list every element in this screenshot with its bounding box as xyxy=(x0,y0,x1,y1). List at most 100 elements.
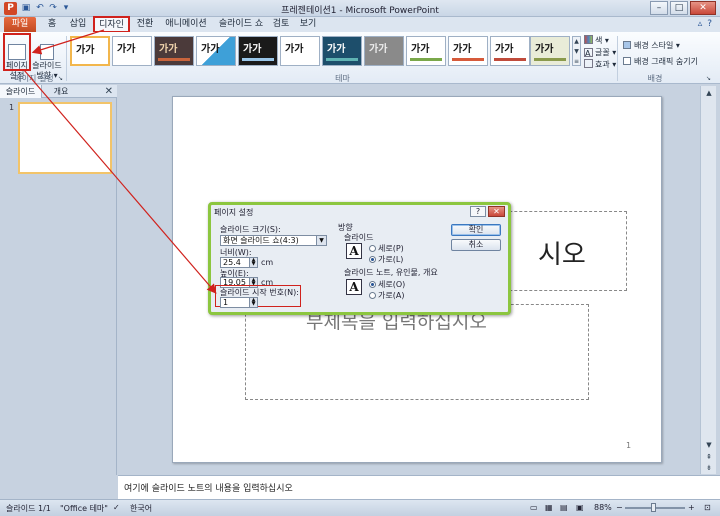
theme-3[interactable]: 가가 xyxy=(154,36,194,66)
theme-9[interactable]: 가가 xyxy=(406,36,446,66)
stepper-arrows-icon[interactable]: ▲ ▼ xyxy=(249,258,257,267)
dialog-title: 페이지 설정 xyxy=(214,208,254,217)
width-unit: cm xyxy=(261,258,274,267)
dialog-help-button[interactable]: ? xyxy=(470,206,486,217)
notes-orientation-icon: A xyxy=(346,279,362,295)
page-setup-group-label: 페이지 설정 xyxy=(14,74,54,83)
tab-design[interactable]: 디자인 xyxy=(93,16,130,33)
tab-file[interactable]: 파일 xyxy=(4,17,36,32)
slide-count: 슬라이드 1/1 xyxy=(6,504,51,513)
tab-animations[interactable]: 애니메이션 xyxy=(161,17,211,32)
ribbon: 페이지 설정 슬라이드 방향 ▾ 페이지 설정 ↘ 가가 가가 가가 가가 가가… xyxy=(0,32,720,84)
theme-2[interactable]: 가가 xyxy=(112,36,152,66)
zoom-in-icon[interactable]: + xyxy=(688,503,695,512)
notes-placeholder: 여기에 슬라이드 노트의 내용을 입력하십시오 xyxy=(124,484,293,494)
slide-thumbnail[interactable] xyxy=(18,102,112,174)
theme-fonts-button[interactable]: A 글꼴 ▾ xyxy=(584,47,616,58)
theme-10[interactable]: 가가 xyxy=(448,36,488,66)
stepper-arrows-icon[interactable]: ▲ ▼ xyxy=(249,298,257,307)
theme-colors-button[interactable]: 색 ▾ xyxy=(584,35,609,46)
slideshow-icon[interactable]: ▣ xyxy=(576,503,584,512)
minimize-button[interactable]: – xyxy=(650,1,668,15)
theme-4[interactable]: 가가 xyxy=(196,36,236,66)
slide-orientation-icon xyxy=(40,44,54,60)
ok-button[interactable]: 확인 xyxy=(451,224,501,236)
theme-7[interactable]: 가가 xyxy=(322,36,362,66)
slide-size-select[interactable]: 화면 슬라이드 쇼(4:3) ▼ xyxy=(220,235,327,246)
tab-view[interactable]: 보기 xyxy=(297,17,319,32)
scroll-up-icon[interactable]: ▲ xyxy=(704,88,714,98)
tab-slideshow[interactable]: 슬라이드 쇼 xyxy=(216,17,266,32)
theme-effects-button[interactable]: 효과 ▾ xyxy=(584,59,616,70)
reading-view-icon[interactable]: ▤ xyxy=(560,503,568,512)
notes-pane[interactable]: 여기에 슬라이드 노트의 내용을 입력하십시오 xyxy=(118,475,720,499)
hide-background-graphics-checkbox[interactable]: 배경 그래픽 숨기기 xyxy=(623,56,698,67)
background-styles-icon xyxy=(623,41,631,49)
chevron-down-icon: ▼ xyxy=(316,236,326,245)
theme-gallery-scroll[interactable]: ▲ ▼ ≡ xyxy=(572,36,581,66)
close-pane-icon[interactable]: ✕ xyxy=(105,85,113,98)
background-styles-button[interactable]: 배경 스타일 ▾ xyxy=(623,40,680,51)
start-number-stepper[interactable]: 1 ▲ ▼ xyxy=(220,297,258,308)
colors-icon xyxy=(584,35,593,44)
theme-12[interactable]: 가가 xyxy=(530,36,570,66)
spellcheck-icon[interactable]: ✓ xyxy=(113,503,120,512)
effects-icon xyxy=(584,59,593,68)
background-launcher-icon[interactable]: ↘ xyxy=(706,75,713,82)
background-group-label: 배경 xyxy=(647,74,663,83)
title-bar: P ▣ ↶ ↷ ▾ 프레젠테이션1 - Microsoft PowerPoint… xyxy=(0,0,720,17)
tab-home[interactable]: 홈 xyxy=(42,17,62,32)
dialog-close-button[interactable]: ✕ xyxy=(488,206,505,217)
tab-slides[interactable]: 슬라이드 xyxy=(0,85,42,98)
fonts-icon: A xyxy=(584,48,593,58)
cancel-button[interactable]: 취소 xyxy=(451,239,501,251)
slide-size-label: 슬라이드 크기(S): xyxy=(220,225,281,234)
help-icon[interactable]: ? xyxy=(707,19,712,29)
window-title: 프레젠테이션1 - Microsoft PowerPoint xyxy=(281,6,439,16)
theme-8[interactable]: 가가 xyxy=(364,36,404,66)
previous-slide-icon[interactable]: ⇞ xyxy=(704,452,714,462)
notes-portrait-radio[interactable]: 세로(O) xyxy=(369,279,405,290)
slides-landscape-radio[interactable]: 가로(L) xyxy=(369,254,403,265)
fit-to-window-icon[interactable]: ⊡ xyxy=(704,503,711,512)
zoom-out-icon[interactable]: − xyxy=(616,503,623,512)
page-setup-dialog: 페이지 설정 ? ✕ 슬라이드 크기(S): 화면 슬라이드 쇼(4:3) ▼ 너… xyxy=(208,202,511,315)
theme-5[interactable]: 가가 xyxy=(238,36,278,66)
page-number: 1 xyxy=(626,441,632,450)
ribbon-tabs: 파일 홈 삽입 디자인 전환 애니메이션 슬라이드 쇼 검토 보기 ▵ ? xyxy=(0,16,720,33)
page-setup-launcher-icon[interactable]: ↘ xyxy=(58,75,65,82)
theme-office[interactable]: 가가 xyxy=(70,36,110,66)
notes-landscape-radio[interactable]: 가로(A) xyxy=(369,290,404,301)
zoom-slider-handle[interactable] xyxy=(651,503,656,512)
theme-11[interactable]: 가가 xyxy=(490,36,530,66)
theme-6[interactable]: 가가 xyxy=(280,36,320,66)
tab-review[interactable]: 검토 xyxy=(270,17,292,32)
status-bar: 슬라이드 1/1 "Office 테마" ✓ 한국어 ▭ ▦ ▤ ▣ 88% −… xyxy=(0,499,720,516)
themes-group-label: 테마 xyxy=(335,74,350,83)
normal-view-icon[interactable]: ▭ xyxy=(530,503,538,512)
theme-name[interactable]: "Office 테마" xyxy=(60,503,108,514)
maximize-button[interactable]: □ xyxy=(670,1,688,15)
slide-orientation-button[interactable]: 슬라이드 방향 ▾ xyxy=(32,34,62,80)
close-button[interactable]: ✕ xyxy=(690,1,716,15)
language[interactable]: 한국어 xyxy=(130,503,152,514)
zoom-level[interactable]: 88% xyxy=(594,503,612,512)
next-slide-icon[interactable]: ⇟ xyxy=(704,463,714,473)
page-setup-icon xyxy=(8,44,26,60)
subtitle-placeholder[interactable]: 부제목을 입력하십시오 xyxy=(245,304,589,400)
slides-portrait-radio[interactable]: 세로(P) xyxy=(369,243,404,254)
scroll-down-icon[interactable]: ▼ xyxy=(704,440,714,450)
width-stepper[interactable]: 25.4 ▲ ▼ xyxy=(220,257,258,268)
notes-orientation-label: 슬라이드 노트, 유인물, 개요 xyxy=(344,268,438,277)
slide-orientation-icon: A xyxy=(346,243,362,259)
tab-transitions[interactable]: 전환 xyxy=(133,17,157,32)
minimize-ribbon-icon[interactable]: ▵ xyxy=(698,19,703,29)
slide-number: 1 xyxy=(9,103,15,112)
tab-outline[interactable]: 개요 xyxy=(46,85,76,98)
slides-pane: 슬라이드 개요 ✕ 1 xyxy=(0,85,117,475)
slide-sorter-icon[interactable]: ▦ xyxy=(545,503,553,512)
slides-orientation-label: 슬라이드 xyxy=(344,233,374,242)
vertical-scrollbar[interactable]: ▲ ▼ ⇞ ⇟ xyxy=(700,86,716,474)
page-setup-button[interactable]: 페이지 설정 xyxy=(3,33,31,80)
tab-insert[interactable]: 삽입 xyxy=(66,17,90,32)
